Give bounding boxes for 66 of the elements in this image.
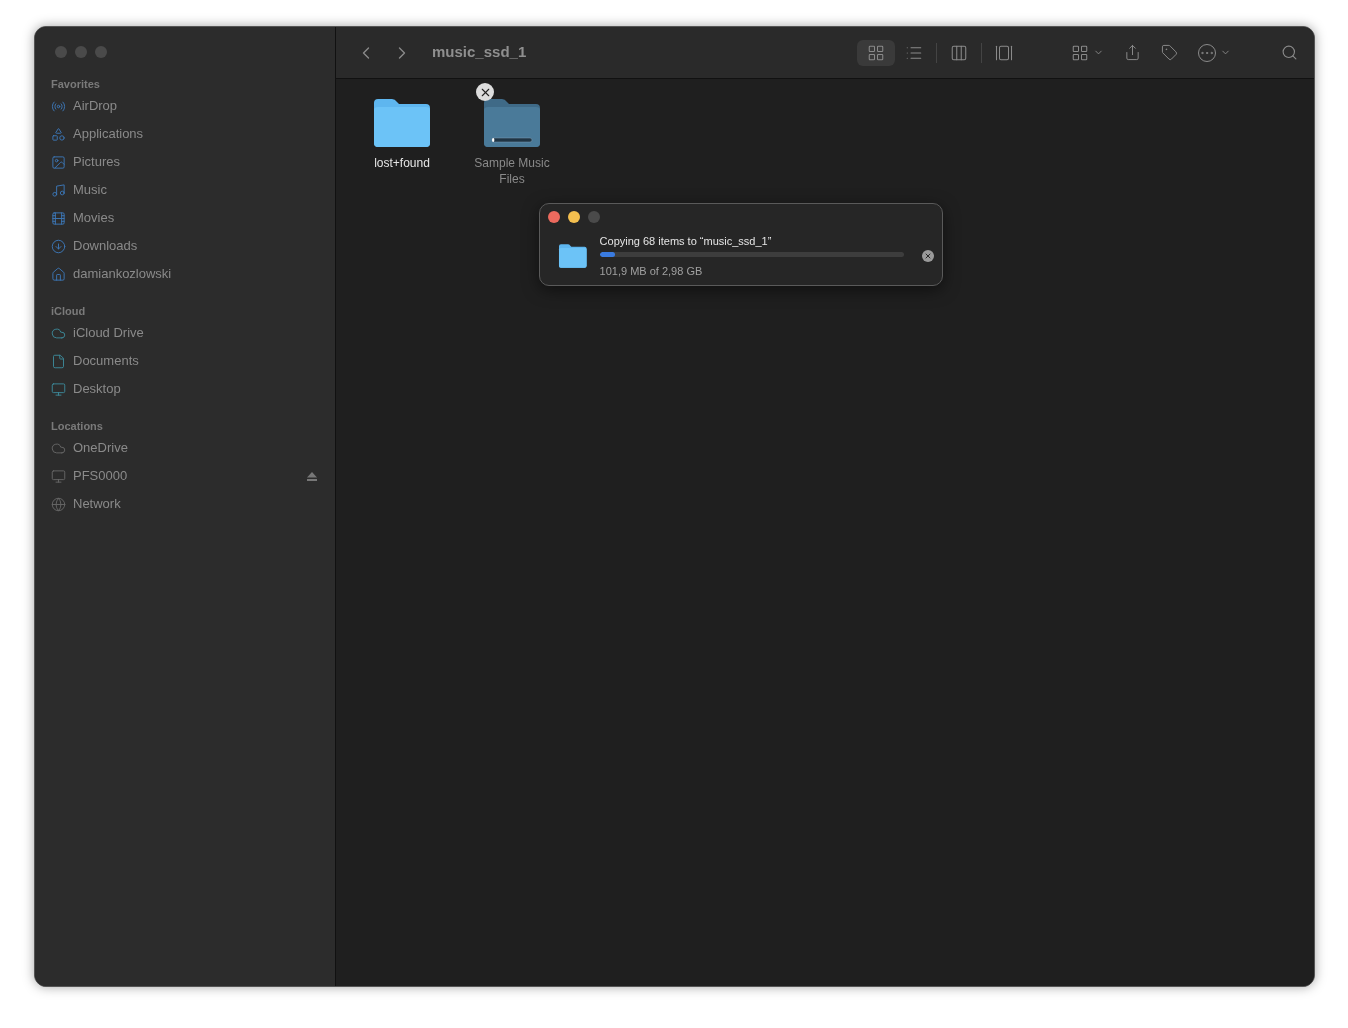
download-icon xyxy=(51,238,66,254)
music-note-icon xyxy=(51,182,66,198)
sidebar-item-label: Applications xyxy=(73,125,145,144)
sidebar-item-label: Pictures xyxy=(73,153,121,172)
document-icon xyxy=(51,353,66,369)
cancel-copy-button[interactable] xyxy=(476,83,494,101)
sidebar-item-label: Desktop xyxy=(73,380,122,399)
sidebar-item[interactable]: Downloads xyxy=(51,232,319,260)
gallery-view-icon xyxy=(995,43,1013,62)
window-title: music_ssd_1 xyxy=(432,42,527,63)
minimize-dialog-button[interactable] xyxy=(568,211,580,223)
sidebar-item[interactable]: damiankozlowski xyxy=(51,260,319,288)
cloud-icon xyxy=(51,325,66,341)
sidebar-item-label: PFS0000 xyxy=(73,467,129,486)
share-button[interactable] xyxy=(1124,44,1141,61)
sidebar-item[interactable]: Documents xyxy=(51,347,319,375)
file-name: Sample Music Files xyxy=(473,155,551,187)
sidebar-item[interactable]: Pictures xyxy=(51,148,319,176)
sidebar-section-title: Favorites xyxy=(51,77,101,92)
picture-icon xyxy=(51,154,66,170)
search-button[interactable] xyxy=(1281,44,1298,61)
close-icon xyxy=(924,252,933,260)
film-icon xyxy=(51,210,66,226)
icon-view-button[interactable] xyxy=(857,39,895,66)
copy-status-text: Copying 68 items to “music_ssd_1” xyxy=(599,234,773,249)
sidebar-item[interactable]: AirDrop xyxy=(51,92,319,120)
icon-view-icon xyxy=(867,43,885,62)
sidebar-item[interactable]: Network xyxy=(51,490,319,518)
sidebar-item-label: Network xyxy=(73,495,122,514)
sidebar-item-label: AirDrop xyxy=(73,97,119,116)
sidebar-item[interactable]: PFS0000 xyxy=(51,462,319,490)
sidebar-item-label: Downloads xyxy=(73,237,139,256)
column-view-icon xyxy=(950,43,968,62)
sidebar-item-label: iCloud Drive xyxy=(73,324,145,343)
file-item[interactable]: lost+found xyxy=(362,81,442,171)
file-name: lost+found xyxy=(374,155,430,171)
sidebar-item-label: OneDrive xyxy=(73,439,129,458)
eject-icon[interactable] xyxy=(307,471,317,481)
desktop-icon xyxy=(51,381,66,397)
house-icon xyxy=(51,266,66,282)
progress-bar xyxy=(491,137,533,143)
cloud-icon xyxy=(51,440,66,456)
copy-progress-text: 101,9 MB of 2,98 GB xyxy=(599,264,704,279)
applications-icon xyxy=(51,126,66,142)
sidebar-item[interactable]: Applications xyxy=(51,120,319,148)
monitor-icon xyxy=(51,468,66,484)
globe-icon xyxy=(51,496,66,512)
close-dialog-button[interactable] xyxy=(548,211,560,223)
sidebar-item[interactable]: OneDrive xyxy=(51,434,319,462)
sidebar-item[interactable]: Desktop xyxy=(51,375,319,403)
folder-icon xyxy=(558,243,588,269)
stop-copy-button[interactable] xyxy=(922,250,934,262)
file-item[interactable]: Sample Music Files xyxy=(472,81,552,187)
sidebar-item[interactable]: iCloud Drive xyxy=(51,319,319,347)
sidebar-item-label: damiankozlowski xyxy=(73,265,173,284)
sidebar-item[interactable]: Music xyxy=(51,176,319,204)
sidebar-section-title: iCloud xyxy=(51,304,87,319)
tag-button[interactable] xyxy=(1161,44,1178,61)
sidebar-item-label: Music xyxy=(73,181,108,200)
sidebar-item-label: Documents xyxy=(73,352,140,371)
folder-icon xyxy=(372,97,432,149)
sidebar-item-label: Movies xyxy=(73,209,116,228)
group-button[interactable] xyxy=(1071,43,1104,62)
sidebar-item[interactable]: Movies xyxy=(51,204,319,232)
grid-icon xyxy=(1071,43,1089,62)
sidebar-section-title: Locations xyxy=(51,419,104,434)
